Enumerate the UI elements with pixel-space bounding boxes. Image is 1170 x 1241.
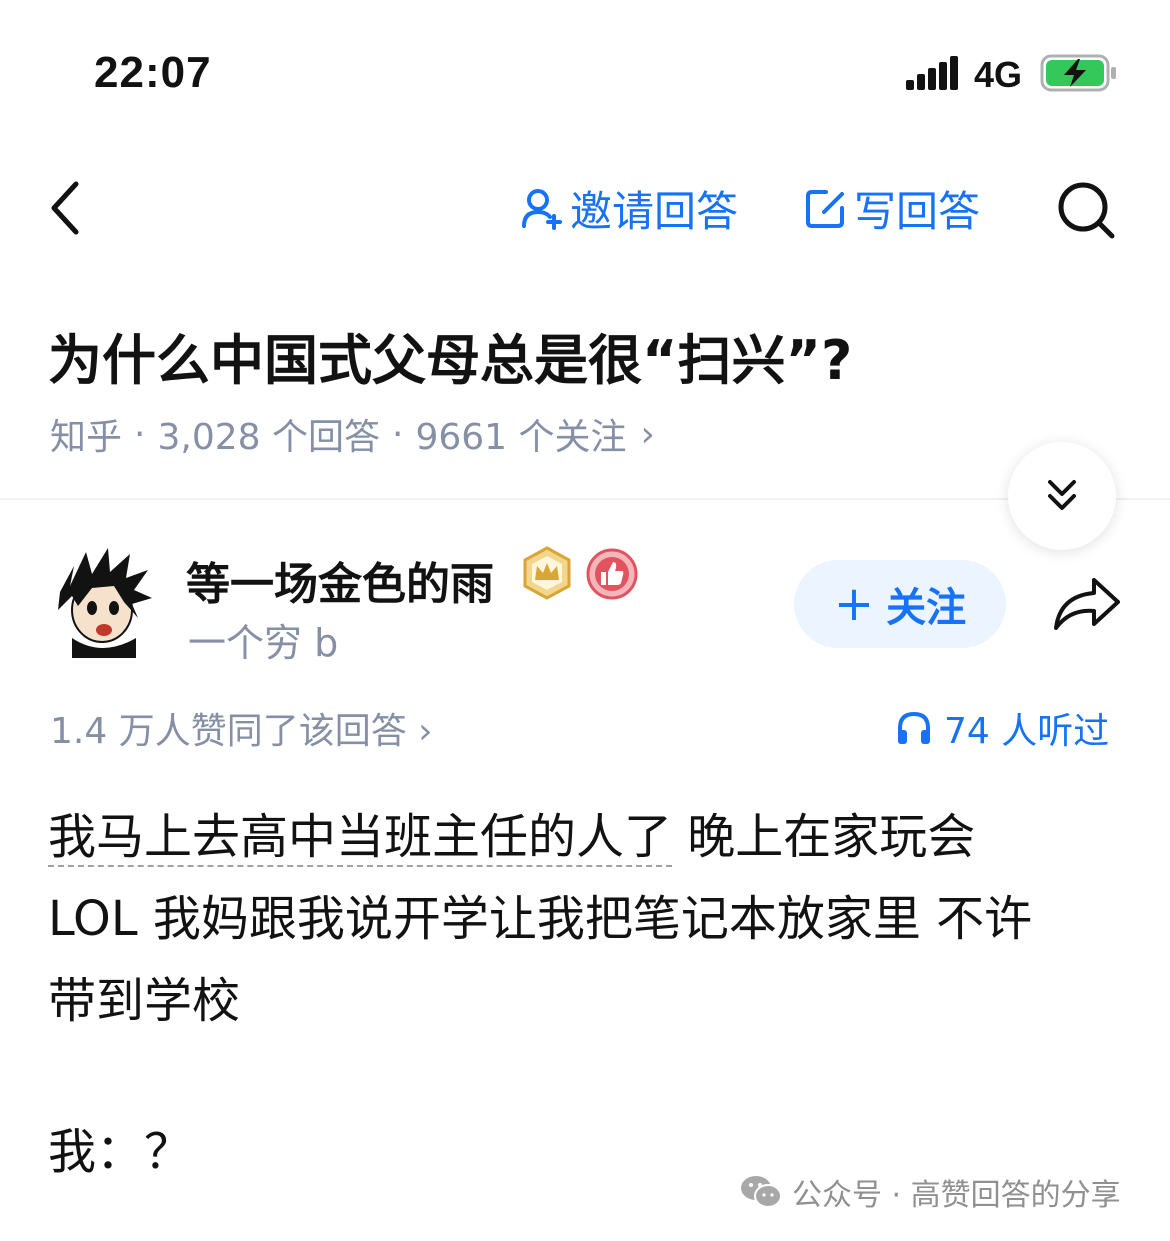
watermark-text: 公众号 · 高赞回答的分享 (792, 1178, 1121, 1213)
invite-answer-button[interactable]: 邀请回答 (520, 182, 738, 236)
double-chevron-down-icon (1048, 480, 1076, 510)
edit-icon (806, 190, 844, 228)
answer-text: 晚上在家玩会 (672, 809, 976, 865)
battery-charging-icon (1040, 54, 1116, 92)
chevron-right-icon: › (640, 413, 655, 455)
follow-label: 关注 (886, 585, 967, 631)
share-icon[interactable] (1052, 574, 1122, 632)
invite-user-icon (522, 189, 562, 230)
plus-icon: + (833, 576, 875, 632)
listen-count[interactable]: 74 人听过 (896, 702, 1109, 754)
vote-count-link[interactable]: 1.4 万人赞同了该回答 › (50, 702, 433, 754)
answer-body: 我马上去高中当班主任的人了 晚上在家玩会 LOL 我妈跟我说开学让我把笔记本放家… (48, 796, 1128, 1042)
search-icon[interactable] (1056, 180, 1116, 240)
back-button[interactable] (44, 180, 88, 236)
listen-count-label: 74 人听过 (944, 711, 1110, 752)
collapse-button[interactable] (1008, 442, 1116, 550)
question-meta[interactable]: 知乎 · 3,028 个回答 · 9661 个关注 › (50, 408, 655, 460)
answer-count: 3,028 个回答 (157, 417, 380, 458)
author-bio: 一个穷 b (188, 621, 339, 665)
question-title[interactable]: 为什么中国式父母总是很“扫兴”? (48, 316, 852, 395)
watermark: 公众号 · 高赞回答的分享 (740, 1170, 1121, 1214)
answer-text: LOL 我妈跟我说开学让我把笔记本放家里 不许 (48, 891, 1033, 947)
signal-icon (906, 56, 958, 90)
answer-underlined-text[interactable]: 我马上去高中当班主任的人了 (48, 809, 673, 867)
thumbs-up-badge-icon (586, 548, 638, 600)
network-type: 4G (974, 54, 1023, 95)
divider (0, 498, 1170, 500)
meta-separator: · (134, 413, 146, 455)
avatar[interactable] (52, 546, 156, 658)
wechat-icon (741, 1176, 782, 1208)
write-answer-button[interactable]: 写回答 (804, 182, 980, 236)
author-name[interactable]: 等一场金色的雨 (186, 548, 494, 612)
headphones-icon (898, 711, 930, 744)
answer-text: 带到学校 (48, 973, 241, 1029)
question-source: 知乎 (50, 417, 123, 458)
answer-last-line: 我：？ (48, 1124, 193, 1180)
status-time: 22:07 (94, 48, 212, 97)
write-answer-label: 写回答 (854, 186, 981, 236)
follower-count: 9661 个关注 (415, 417, 627, 458)
crown-badge-icon (523, 546, 571, 600)
meta-separator: · (391, 413, 404, 455)
follow-button[interactable]: + 关注 (794, 560, 1006, 648)
invite-answer-label: 邀请回答 (570, 186, 739, 236)
